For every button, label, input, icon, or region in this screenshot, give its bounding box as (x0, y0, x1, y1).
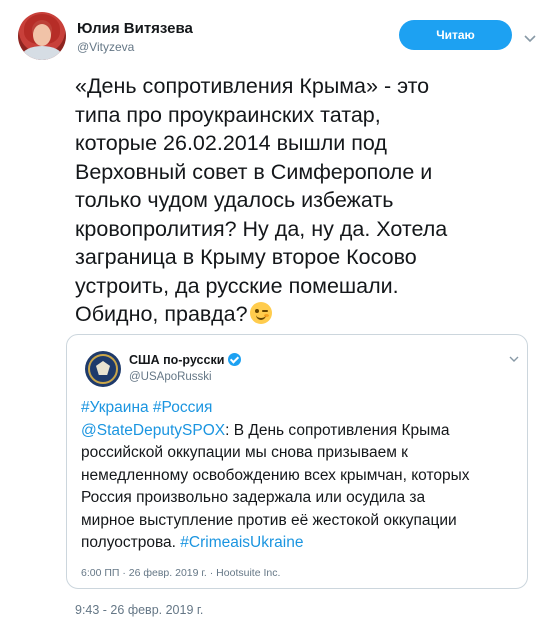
chevron-down-icon[interactable] (522, 32, 538, 46)
winking-face-icon (249, 302, 272, 324)
author-handle[interactable]: @Vityzeva (77, 40, 134, 54)
quoted-line: @StateDeputySPOX: В День сопротивления К… (81, 420, 521, 443)
quoted-tweet-text: #Украина #Россия @StateDeputySPOX: В Ден… (81, 397, 521, 555)
tweet-line-text: Обидно, правда? (75, 302, 248, 326)
quoted-author-handle[interactable]: @USApoRusski (129, 371, 212, 383)
tweet-line: которые 26.02.2014 вышли под (75, 131, 387, 155)
quoted-author-name[interactable]: США по-русски (129, 353, 242, 367)
quoted-line-text: полуострова. (81, 534, 181, 551)
tweet-text: «День сопротивления Крыма» - это типа пр… (75, 72, 530, 329)
chevron-down-icon[interactable] (509, 355, 519, 363)
tweet-line: «День сопротивления Крыма» - это (75, 74, 430, 98)
mention-link[interactable]: @StateDeputySPOX (81, 422, 225, 439)
tweet-line: только чудом удалось избежать (75, 188, 394, 212)
tweet-line: заграница в Крыму второе Косово (75, 245, 417, 269)
tweet-line: устроить, да русские помешали. (75, 273, 399, 298)
tweet-line: Верховный совет в Симферополе и (75, 159, 433, 184)
quoted-author-name-text: США по-русски (129, 353, 225, 367)
tweet-timestamp[interactable]: 9:43 - 26 февр. 2019 г. (75, 603, 203, 617)
author-avatar[interactable] (18, 12, 66, 60)
author-name[interactable]: Юлия Витязева (77, 20, 193, 37)
quoted-line: российской оккупации мы снова призываем … (81, 444, 408, 461)
tweet-line: типа про проукраинских татар, (75, 102, 381, 127)
tweet-line: кровопролития? Ну да, ну да. Хотела (75, 216, 448, 241)
following-button[interactable]: Читаю (399, 20, 512, 50)
quoted-line: полуострова. #CrimeaisUkraine (81, 532, 521, 555)
quoted-tweet-meta: 6:00 ПП · 26 февр. 2019 г. · Hootsuite I… (81, 567, 281, 579)
hashtags-link[interactable]: #Украина #Россия (81, 397, 521, 420)
quoted-line: Россия произвольно задержала или осудила… (81, 489, 426, 506)
quoted-author-avatar[interactable] (85, 351, 121, 387)
quoted-line: мирное выступление против её жестокой ок… (81, 511, 457, 529)
tweet-header: Юлия Витязева @Vityzeva Читаю (18, 12, 538, 60)
quoted-tweet-card[interactable]: США по-русски @USApoRusski #Украина #Рос… (66, 334, 528, 589)
verified-badge-icon (228, 353, 242, 366)
quoted-line-text: : В День сопротивления Крыма (225, 421, 450, 439)
tweet-line-last: Обидно, правда? (75, 300, 530, 329)
hashtag-link[interactable]: #CrimeaisUkraine (180, 534, 303, 551)
quoted-line: немедленному освобождению всех крымчан, … (81, 466, 470, 484)
